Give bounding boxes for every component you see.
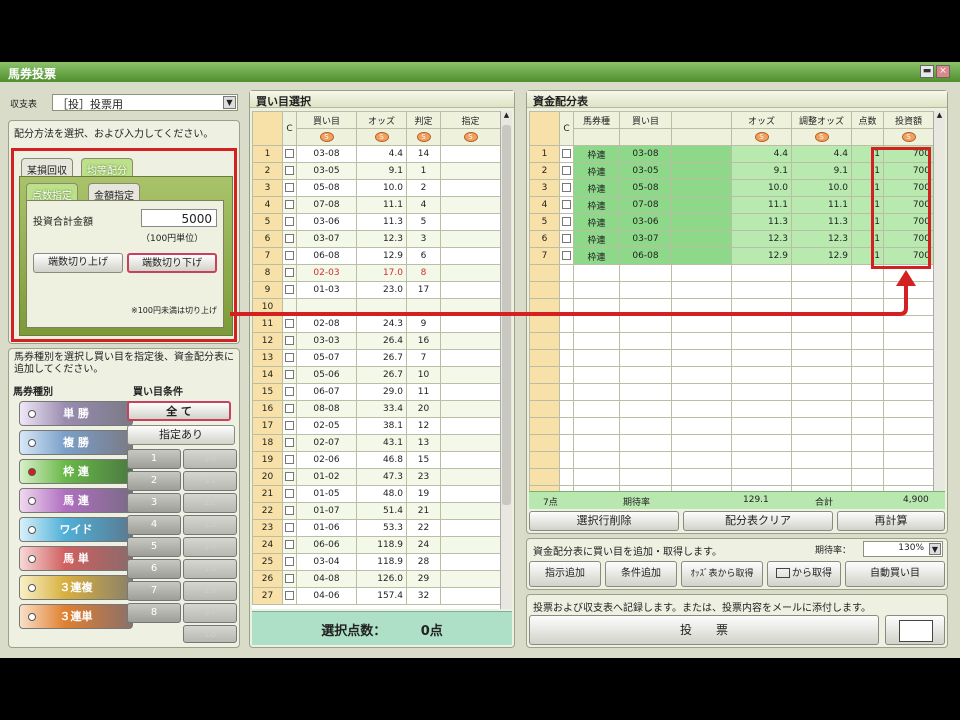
flow-arrow-icon	[230, 270, 916, 316]
app-window: 馬券投票 ▬ × 収支表 ［投］投票用 ▼ 配分方法を選択、および入力してくださ…	[0, 62, 960, 658]
